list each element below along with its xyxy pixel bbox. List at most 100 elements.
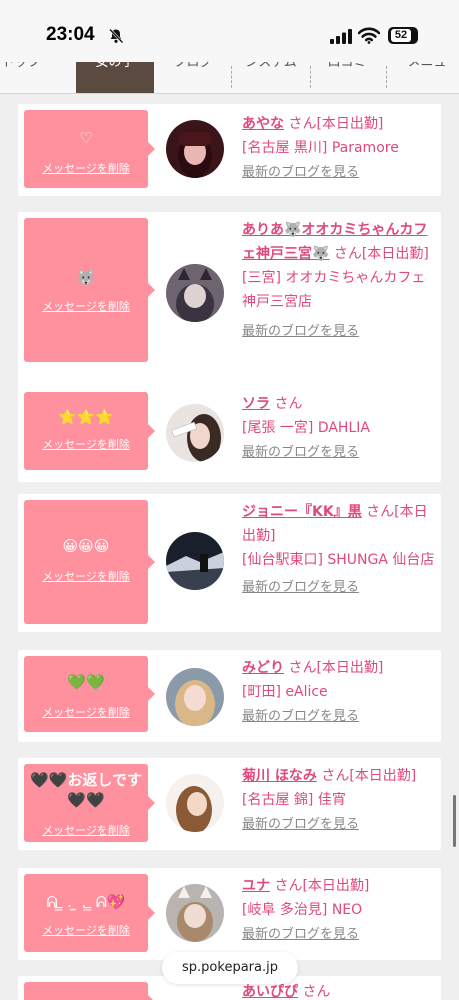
scrollbar[interactable] bbox=[453, 795, 456, 847]
honorific: さん bbox=[333, 246, 362, 262]
shop-link[interactable]: [仙台駅東口] SHUNGA 仙台店 bbox=[242, 552, 434, 568]
honorific: さん bbox=[302, 984, 331, 1000]
girl-info: ジョニー『KK』黒 さん[本日出勤] [仙台駅東口] SHUNGA 仙台店 最新… bbox=[242, 500, 436, 600]
avatar-photo-icon bbox=[166, 264, 224, 322]
latest-blog-link[interactable]: 最新のブログを見る bbox=[242, 817, 359, 832]
message-bubble: 😀😀😀 メッセージを削除 bbox=[24, 500, 155, 624]
avatar[interactable] bbox=[166, 774, 224, 832]
list-item: 🖤🖤お返しです🖤🖤 メッセージを削除 菊川 ほなみ さん[本日出勤] [名古屋 … bbox=[18, 758, 441, 850]
cellular-signal-icon bbox=[330, 29, 352, 44]
tab-separator bbox=[310, 66, 311, 88]
list-item: ᕱ ̳ . ̫ . ̳ ᕱ💖 メッセージを削除 ユナ さん[本日出勤] [岐阜 … bbox=[18, 868, 441, 960]
url-text: sp.pokepara.jp bbox=[182, 960, 278, 975]
tab-separator bbox=[231, 66, 232, 88]
delete-message-link[interactable]: メッセージを削除 bbox=[24, 704, 148, 720]
message-text: 🐺 bbox=[76, 269, 96, 287]
avatar[interactable] bbox=[166, 264, 224, 322]
delete-message-link[interactable]: メッセージを削除 bbox=[24, 436, 148, 452]
attendance-status: [本日出勤] bbox=[316, 116, 384, 132]
girl-info: ユナ さん[本日出勤] [岐阜 多治見] NEO 最新のブログを見る bbox=[242, 874, 436, 947]
latest-blog-link[interactable]: 最新のブログを見る bbox=[242, 445, 359, 460]
honorific: さん bbox=[321, 768, 350, 784]
girl-name-link[interactable]: みどり bbox=[242, 660, 284, 676]
shop-link[interactable]: [町田] eAlice bbox=[242, 684, 328, 700]
attendance-status: [本日出勤] bbox=[361, 246, 429, 262]
girl-name-link[interactable]: ジョニー『KK』黒 bbox=[242, 504, 362, 520]
list-item: 💚💚 メッセージを削除 みどり さん[本日出勤] [町田] eAlice 最新の… bbox=[18, 650, 441, 742]
girl-name-link[interactable]: あいぴぴ bbox=[242, 984, 298, 1000]
tab-system[interactable]: システム bbox=[234, 62, 308, 86]
attendance-status: [本日出勤] bbox=[302, 878, 370, 894]
latest-blog-link[interactable]: 最新のブログを見る bbox=[242, 927, 359, 942]
message-bubble: ⭐⭐⭐ メッセージを削除 bbox=[24, 392, 155, 470]
attendance-status: [本日出勤] bbox=[349, 768, 417, 784]
girl-name-link[interactable]: 菊川 ほなみ bbox=[242, 768, 317, 784]
avatar-photo-icon bbox=[166, 668, 224, 726]
list-item: ⭐⭐⭐ メッセージを削除 ソラ さん [尾張 一宮] DAHLIA 最新のブログ… bbox=[18, 386, 441, 482]
tab-separator bbox=[386, 66, 387, 88]
message-bubble bbox=[24, 982, 155, 1000]
shop-link[interactable]: [尾張 一宮] DAHLIA bbox=[242, 420, 370, 436]
message-text: 💚💚 bbox=[67, 673, 105, 691]
delete-message-link[interactable]: メッセージを削除 bbox=[24, 298, 148, 314]
honorific: さん bbox=[274, 396, 303, 412]
message-text: ⭐⭐⭐ bbox=[57, 408, 115, 426]
avatar[interactable] bbox=[166, 668, 224, 726]
message-bubble: 🐺 メッセージを削除 bbox=[24, 218, 155, 362]
delete-message-link[interactable]: メッセージを削除 bbox=[24, 568, 148, 584]
honorific: さん bbox=[288, 660, 317, 676]
girl-info: ソラ さん [尾張 一宮] DAHLIA 最新のブログを見る bbox=[242, 392, 436, 465]
girl-name-link[interactable]: あやな bbox=[242, 116, 284, 132]
delete-message-link[interactable]: メッセージを削除 bbox=[24, 822, 148, 838]
girl-info: あやな さん[本日出勤] [名古屋 黒川] Paramore 最新のブログを見る bbox=[242, 112, 436, 185]
girl-name-link[interactable]: ソラ bbox=[242, 396, 270, 412]
message-text: ♡ bbox=[79, 129, 93, 147]
bell-muted-icon bbox=[109, 28, 124, 44]
shop-link[interactable]: [三宮] オオカミちゃんカフェ神戸三宮店 bbox=[242, 270, 425, 310]
avatar[interactable] bbox=[166, 532, 224, 590]
tab-top[interactable]: トップ bbox=[0, 62, 62, 86]
girl-info: ありあ🐺オオカミちゃんカフェ神戸三宮🐺 さん[本日出勤] [三宮] オオカミちゃ… bbox=[242, 218, 436, 344]
list-item: 😀😀😀 メッセージを削除 ジョニー『KK』黒 さん[本日出勤] [仙台駅東口] … bbox=[18, 494, 441, 632]
message-text: ᕱ ̳ . ̫ . ̳ ᕱ💖 bbox=[46, 893, 126, 911]
list-item: ♡ メッセージを削除 あやな さん[本日出勤] [名古屋 黒川] Paramor… bbox=[18, 104, 441, 196]
message-text: 🖤🖤お返しです🖤🖤 bbox=[30, 771, 142, 809]
tab-girls[interactable]: 女の子 bbox=[76, 62, 154, 93]
battery-level: 52 bbox=[391, 29, 411, 42]
battery-icon: 52 bbox=[388, 27, 418, 44]
status-bar: 23:04 52 bbox=[0, 0, 459, 62]
girl-info: 菊川 ほなみ さん[本日出勤] [名古屋 錦] 佳宵 最新のブログを見る bbox=[242, 764, 436, 837]
latest-blog-link[interactable]: 最新のブログを見る bbox=[242, 576, 359, 600]
tab-reviews[interactable]: 口コミ bbox=[314, 62, 380, 86]
message-bubble: 💚💚 メッセージを削除 bbox=[24, 656, 155, 732]
honorific: さん bbox=[288, 116, 317, 132]
avatar[interactable] bbox=[166, 120, 224, 178]
message-bubble: ᕱ ̳ . ̫ . ̳ ᕱ💖 メッセージを削除 bbox=[24, 874, 155, 952]
girl-name-link[interactable]: ユナ bbox=[242, 878, 270, 894]
honorific: さん bbox=[366, 504, 395, 520]
tab-menu[interactable]: メニュ bbox=[392, 62, 459, 86]
wifi-icon bbox=[358, 27, 380, 44]
url-bar[interactable]: sp.pokepara.jp bbox=[162, 952, 298, 984]
shop-link[interactable]: [名古屋 錦] 佳宵 bbox=[242, 792, 346, 808]
attendance-status: [本日出勤] bbox=[316, 660, 384, 676]
avatar-photo-icon bbox=[166, 404, 224, 462]
tab-blog[interactable]: ブログ bbox=[160, 62, 226, 86]
shop-link[interactable]: [岐阜 多治見] NEO bbox=[242, 902, 362, 918]
avatar[interactable] bbox=[166, 404, 224, 462]
message-bubble: ♡ メッセージを削除 bbox=[24, 110, 155, 188]
shop-link[interactable]: [名古屋 黒川] Paramore bbox=[242, 140, 399, 156]
status-time: 23:04 bbox=[46, 24, 95, 45]
delete-message-link[interactable]: メッセージを削除 bbox=[24, 922, 148, 938]
message-text: 😀😀😀 bbox=[62, 537, 110, 555]
avatar-photo-icon bbox=[166, 532, 224, 590]
honorific: さん bbox=[274, 878, 303, 894]
latest-blog-link[interactable]: 最新のブログを見る bbox=[242, 320, 359, 344]
latest-blog-link[interactable]: 最新のブログを見る bbox=[242, 709, 359, 724]
delete-message-link[interactable]: メッセージを削除 bbox=[24, 160, 148, 176]
avatar[interactable] bbox=[166, 884, 224, 942]
latest-blog-link[interactable]: 最新のブログを見る bbox=[242, 165, 359, 180]
message-bubble: 🖤🖤お返しです🖤🖤 メッセージを削除 bbox=[24, 764, 155, 842]
avatar-photo-icon bbox=[166, 884, 224, 942]
tab-nav: トップ 女の子 ブログ システム 口コミ メニュ bbox=[0, 62, 459, 94]
